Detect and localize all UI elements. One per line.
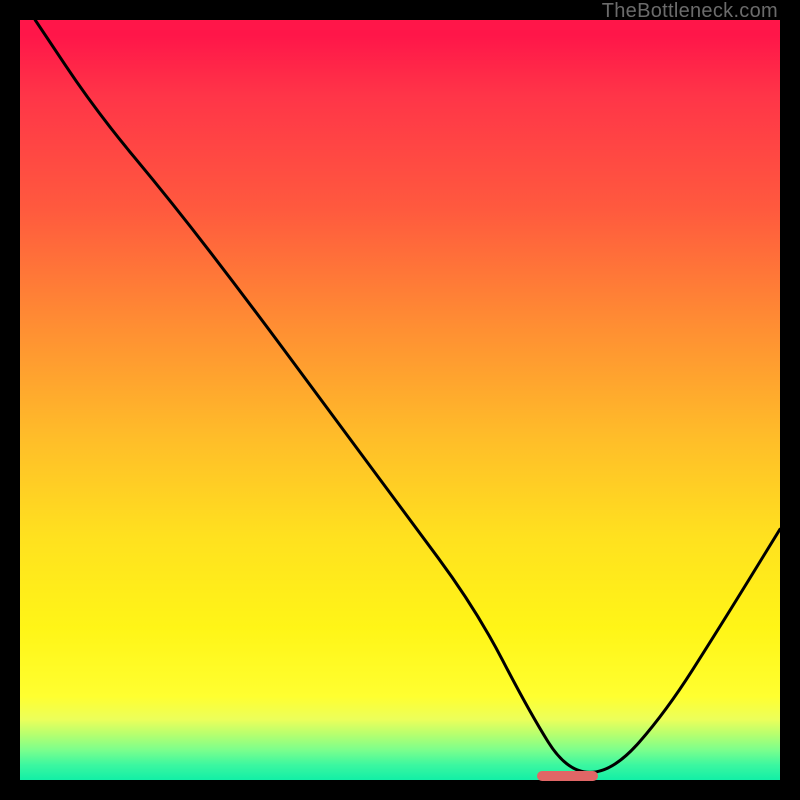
- highlight-range-marker: [537, 771, 598, 781]
- bottleneck-curve: [20, 20, 780, 780]
- chart-frame: TheBottleneck.com: [0, 0, 800, 800]
- plot-area: [20, 20, 780, 780]
